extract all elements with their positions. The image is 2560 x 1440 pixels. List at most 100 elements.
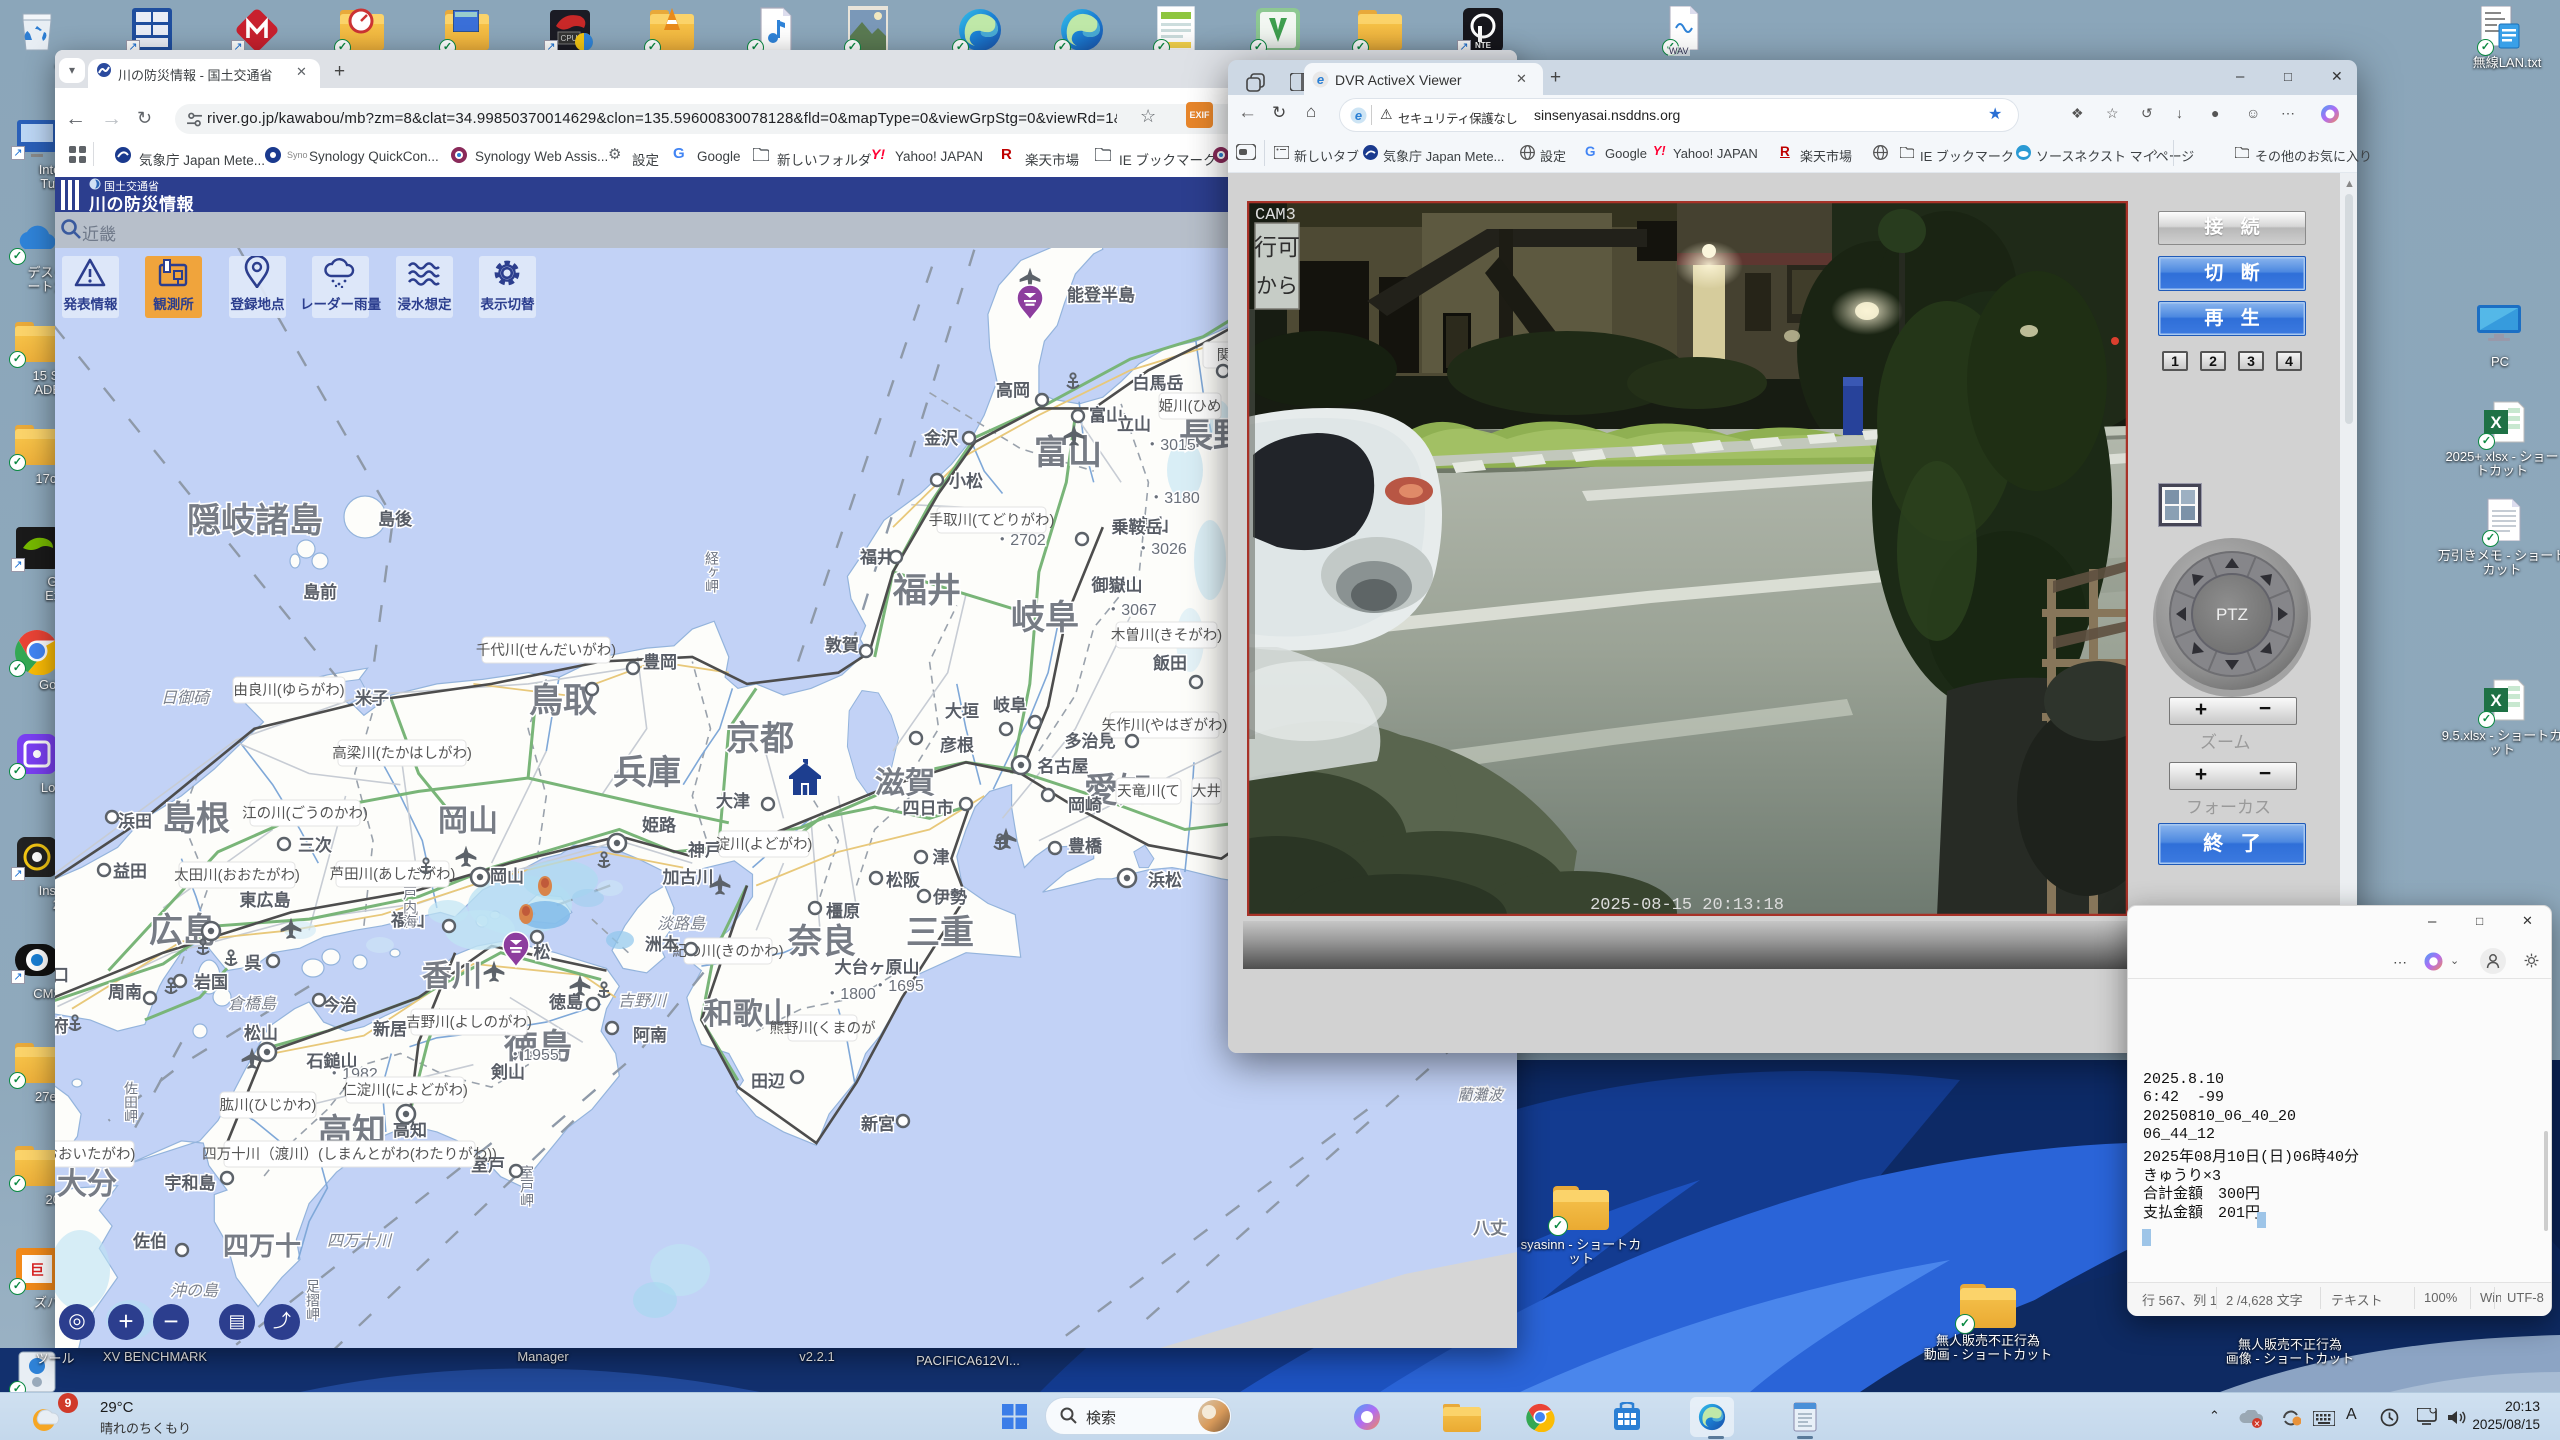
svg-text:大台ヶ原山: 大台ヶ原山	[835, 957, 920, 977]
svg-text:吉野川(よしのがわ): 吉野川(よしのがわ)	[406, 1014, 532, 1031]
svg-text:CAM3: CAM3	[1255, 206, 1296, 225]
svg-text:大垣: 大垣	[945, 701, 979, 721]
svg-text:手取川(てどりがわ): 手取川(てどりがわ)	[929, 512, 1055, 529]
svg-text:松阪: 松阪	[886, 870, 920, 890]
svg-text:姫川(ひめ: 姫川(ひめ	[1159, 398, 1222, 415]
svg-text:奈良: 奈良	[787, 922, 856, 961]
svg-text:岩国: 岩国	[193, 972, 228, 992]
svg-text:益田: 益田	[113, 861, 147, 881]
svg-text:松山: 松山	[244, 1023, 278, 1043]
svg-text:豊橋: 豊橋	[1068, 836, 1103, 856]
svg-text:・3067: ・3067	[1105, 602, 1157, 619]
svg-text:岐阜: 岐阜	[993, 695, 1027, 715]
svg-text:仁淀川(によどがわ): 仁淀川(によどがわ)	[342, 1082, 468, 1099]
svg-text:島前: 島前	[303, 582, 337, 602]
svg-text:e: e	[1317, 72, 1324, 87]
svg-text:八丈: 八丈	[1473, 1219, 1507, 1238]
svg-text:松: 松	[534, 942, 551, 962]
svg-text:金沢: 金沢	[923, 428, 959, 448]
svg-text:e: e	[1355, 108, 1362, 123]
svg-text:吉野川: 吉野川	[618, 992, 668, 1010]
svg-text:四万十: 四万十	[223, 1231, 301, 1261]
svg-text:名古屋: 名古屋	[1038, 756, 1089, 776]
svg-text:浜田: 浜田	[118, 812, 152, 831]
svg-text:足摺岬: 足摺岬	[305, 1279, 321, 1321]
svg-text:佐田岬: 佐田岬	[123, 1081, 139, 1123]
svg-text:・3180: ・3180	[1148, 490, 1200, 507]
svg-text:熊野川(くまのが: 熊野川(くまのが	[769, 1020, 876, 1037]
svg-text:阿南: 阿南	[633, 1025, 667, 1045]
svg-text:白馬岳: 白馬岳	[1133, 373, 1184, 393]
svg-text:日御碕: 日御碕	[161, 689, 211, 707]
svg-text:剣山: 剣山	[490, 1062, 525, 1082]
svg-text:伊勢: 伊勢	[932, 887, 967, 907]
svg-text:彦根: 彦根	[940, 735, 974, 755]
svg-text:大分: 大分	[57, 1168, 117, 1201]
svg-text:飯田: 飯田	[1152, 653, 1187, 673]
svg-text:福井: 福井	[892, 572, 961, 610]
svg-text:藺灘波: 藺灘波	[1457, 1087, 1504, 1104]
svg-text:・1955: ・1955	[507, 1047, 559, 1064]
svg-text:高梁川(たかはしがわ): 高梁川(たかはしがわ)	[332, 745, 472, 762]
svg-text:今治: 今治	[323, 995, 357, 1015]
svg-text:NTE: NTE	[1475, 41, 1492, 50]
svg-text:・3015: ・3015	[1144, 437, 1196, 454]
svg-text:隠岐諸島: 隠岐諸島	[187, 502, 323, 540]
svg-text:・2702: ・2702	[994, 532, 1046, 549]
svg-text:浜松: 浜松	[1148, 870, 1182, 890]
svg-text:経ヶ岬: 経ヶ岬	[704, 551, 720, 593]
svg-text:淀川(よどがわ): 淀川(よどがわ)	[716, 836, 813, 853]
svg-text:姫路: 姫路	[642, 815, 677, 835]
svg-text:肱川(ひじかわ): 肱川(ひじかわ)	[220, 1097, 317, 1114]
svg-text:X: X	[2490, 691, 2502, 710]
svg-text:・3026: ・3026	[1135, 541, 1187, 558]
svg-text:兵庫: 兵庫	[613, 754, 681, 792]
svg-text:芦田川(あしだがわ): 芦田川(あしだがわ)	[330, 866, 456, 883]
svg-text:富山: 富山	[1034, 433, 1102, 472]
svg-text:東広島: 東広島	[240, 890, 291, 910]
svg-text:四万十川（渡川）(しまんとがわ(わたりがわ)): 四万十川（渡川）(しまんとがわ(わたりがわ))	[202, 1146, 497, 1163]
svg-text:田辺: 田辺	[751, 1072, 785, 1091]
svg-text:呉: 呉	[245, 954, 262, 973]
svg-text:四万十川: 四万十川	[327, 1232, 393, 1250]
svg-text:佐伯: 佐伯	[132, 1231, 167, 1251]
svg-text:行可: 行可	[1254, 234, 1300, 260]
svg-text:敦賀: 敦賀	[825, 635, 859, 655]
svg-text:滋賀: 滋賀	[875, 767, 935, 800]
svg-text:✕: ✕	[2254, 1420, 2261, 1429]
svg-text:立山: 立山	[1117, 414, 1151, 434]
svg-text:倉橋島: 倉橋島	[228, 995, 277, 1013]
svg-text:福井: 福井	[859, 547, 894, 567]
svg-text:由良川(ゆらがわ): 由良川(ゆらがわ)	[233, 682, 344, 699]
svg-text:から: から	[1256, 275, 1298, 298]
svg-text:多治見: 多治見	[1065, 731, 1116, 751]
svg-text:香川: 香川	[422, 960, 482, 993]
svg-text:御嶽山: 御嶽山	[1091, 575, 1143, 595]
svg-text:乗鞍岳: 乗鞍岳	[1111, 517, 1163, 537]
svg-text:天竜川(て: 天竜川(て	[1117, 783, 1180, 800]
svg-text:・1800: ・1800	[824, 986, 876, 1003]
svg-text:(おおいたがわ): (おおいたがわ)	[55, 1146, 135, 1163]
svg-text:岡崎: 岡崎	[1068, 795, 1102, 815]
svg-text:X: X	[2490, 413, 2502, 432]
svg-text:岡山: 岡山	[490, 867, 524, 886]
svg-text:岡山: 岡山	[438, 805, 498, 838]
svg-text:新居: 新居	[373, 1019, 407, 1039]
svg-text:宇和島: 宇和島	[165, 1173, 216, 1193]
svg-text:新宮: 新宮	[861, 1114, 895, 1134]
svg-text:津: 津	[933, 847, 950, 867]
svg-text:島後: 島後	[378, 509, 413, 529]
svg-text:橿原: 橿原	[826, 901, 860, 921]
svg-text:京都: 京都	[726, 720, 794, 758]
svg-text:山口: 山口	[55, 966, 69, 985]
svg-text:2025-08-15 20:13:18: 2025-08-15 20:13:18	[1590, 896, 1784, 915]
svg-text:太田川(おおたがわ): 太田川(おおたがわ)	[174, 867, 300, 884]
svg-text:府: 府	[55, 1016, 69, 1036]
svg-text:三重: 三重	[906, 914, 974, 952]
svg-text:千代川(せんだいがわ): 千代川(せんだいがわ)	[476, 642, 616, 659]
svg-text:三次: 三次	[298, 835, 332, 855]
svg-text:大津: 大津	[716, 791, 750, 811]
svg-text:岐阜: 岐阜	[1011, 599, 1079, 637]
svg-text:・1695: ・1695	[872, 978, 924, 995]
svg-text:周南: 周南	[108, 982, 142, 1002]
